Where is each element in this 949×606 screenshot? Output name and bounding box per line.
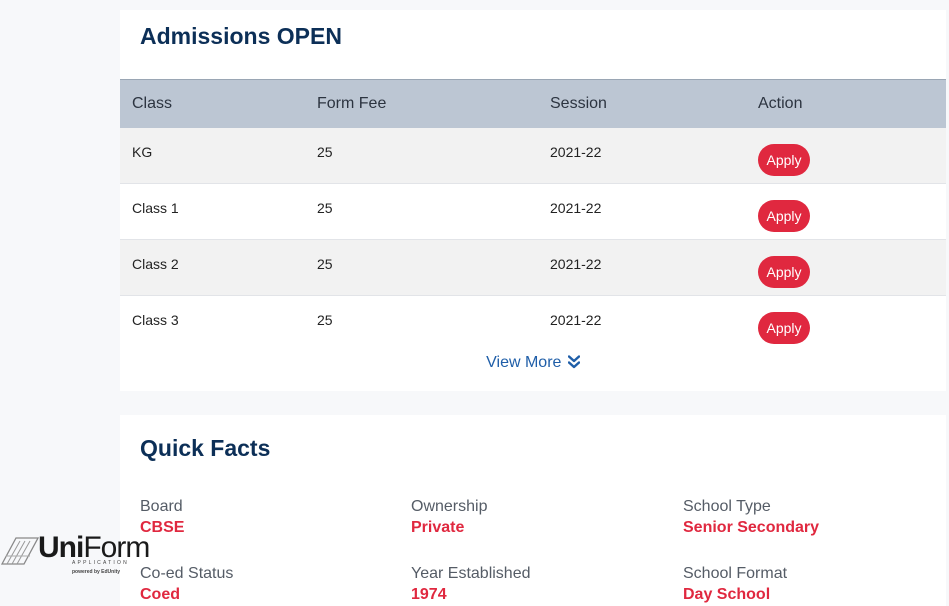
form-fee-cell: 25 xyxy=(305,295,538,352)
quick-facts-title: Quick Facts xyxy=(140,435,271,461)
quick-facts-card: Quick Facts Board CBSE Ownership Private… xyxy=(120,415,946,606)
fact-school-type: School Type Senior Secondary xyxy=(683,498,943,537)
table-header-row: Class Form Fee Session Action xyxy=(120,79,946,128)
session-cell: 2021-22 xyxy=(538,295,746,352)
session-cell: 2021-22 xyxy=(538,239,746,296)
column-header-action: Action xyxy=(746,79,946,128)
admissions-table: Class Form Fee Session Action KG 25 2021… xyxy=(120,79,946,352)
fact-label: Co-ed Status xyxy=(140,565,234,582)
column-header-session: Session xyxy=(538,79,746,128)
fact-label: Board xyxy=(140,498,183,515)
logo-subtitle: APPLICATION xyxy=(72,560,129,566)
fact-coed-status: Co-ed Status Coed xyxy=(140,565,400,604)
fact-value: Private xyxy=(411,519,465,536)
column-header-form-fee: Form Fee xyxy=(305,79,538,128)
table-row: Class 3 25 2021-22 Apply xyxy=(120,295,946,352)
fact-value: Coed xyxy=(140,586,180,603)
class-cell: Class 1 xyxy=(120,183,305,240)
fact-ownership: Ownership Private xyxy=(411,498,671,537)
action-cell: Apply xyxy=(746,239,946,296)
form-fee-cell: 25 xyxy=(305,127,538,184)
fact-value: CBSE xyxy=(140,519,185,536)
uniform-logo[interactable]: UniForm APPLICATION powered by EdUnity xyxy=(0,531,150,579)
admissions-card: Admissions OPEN Class Form Fee Session A… xyxy=(120,10,946,391)
apply-button[interactable]: Apply xyxy=(758,312,810,344)
fact-label: School Type xyxy=(683,498,771,515)
apply-button[interactable]: Apply xyxy=(758,256,810,288)
class-cell: Class 3 xyxy=(120,295,305,352)
fact-school-format: School Format Day School xyxy=(683,565,943,604)
table-row: Class 2 25 2021-22 Apply xyxy=(120,239,946,296)
fact-label: Year Established xyxy=(411,565,531,582)
fact-value: 1974 xyxy=(411,586,447,603)
fact-value: Senior Secondary xyxy=(683,519,820,536)
column-header-class: Class xyxy=(120,79,305,128)
action-cell: Apply xyxy=(746,183,946,240)
fact-year-established: Year Established 1974 xyxy=(411,565,671,604)
action-cell: Apply xyxy=(746,127,946,184)
class-cell: KG xyxy=(120,127,305,184)
fact-label: Ownership xyxy=(411,498,488,515)
uniform-logo-mark-icon xyxy=(0,537,40,565)
fact-value: Day School xyxy=(683,586,771,603)
action-cell: Apply xyxy=(746,295,946,352)
admissions-title: Admissions OPEN xyxy=(140,23,342,49)
table-row: KG 25 2021-22 Apply xyxy=(120,127,946,184)
view-more-link[interactable]: View More xyxy=(120,354,946,372)
view-more-label: View More xyxy=(486,354,562,371)
form-fee-cell: 25 xyxy=(305,239,538,296)
apply-button[interactable]: Apply xyxy=(758,143,810,176)
double-chevron-down-icon xyxy=(567,355,581,369)
fact-board: Board CBSE xyxy=(140,498,400,537)
apply-button[interactable]: Apply xyxy=(758,200,810,232)
form-fee-cell: 25 xyxy=(305,183,538,240)
fact-label: School Format xyxy=(683,565,788,582)
logo-powered-by: powered by EdUnity xyxy=(72,569,121,575)
table-row: Class 1 25 2021-22 Apply xyxy=(120,183,946,240)
session-cell: 2021-22 xyxy=(538,183,746,240)
class-cell: Class 2 xyxy=(120,239,305,296)
session-cell: 2021-22 xyxy=(538,127,746,184)
